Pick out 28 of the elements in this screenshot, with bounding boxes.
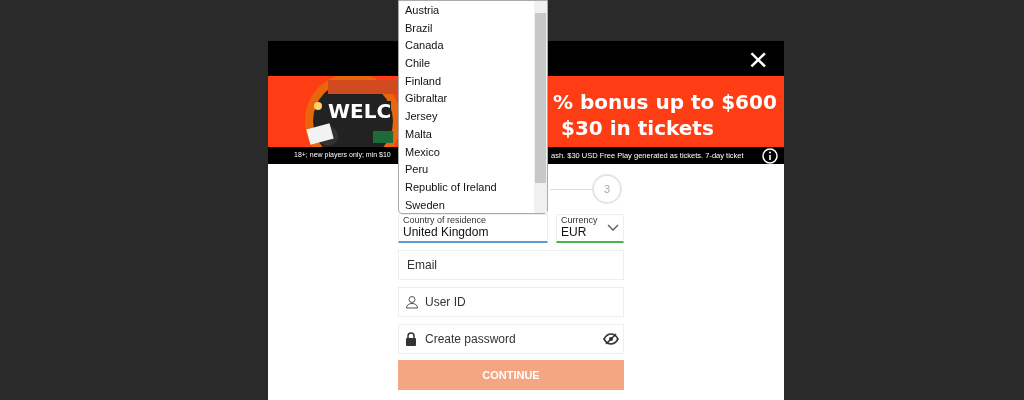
close-button[interactable]: × [748,41,768,76]
banner-headline: $30 in tickets [561,115,715,141]
dropdown-option[interactable]: Austria [399,2,534,20]
chevron-down-icon [607,224,619,232]
text-field[interactable]: Email [398,250,624,280]
dropdown-option[interactable]: Sweden [399,196,534,215]
dropdown-option[interactable]: Brazil [399,19,534,38]
dropdown-option[interactable]: Mexico [399,143,534,162]
step-indicator: 3 [592,174,622,204]
dropdown-option[interactable]: Finland [399,72,534,91]
dropdown-option[interactable]: Malta [399,125,534,144]
dropdown-option[interactable]: Chile [399,55,534,73]
scrollbar[interactable] [534,1,547,213]
currency-select[interactable]: Currency EUR [556,214,624,243]
text-field[interactable]: Create password [398,324,624,354]
dropdown-option[interactable]: Gibraltar [399,90,534,109]
user-icon [405,295,419,309]
dropdown-option[interactable]: Canada [399,37,534,56]
text-field[interactable]: User ID [398,287,624,317]
eye-slash-icon[interactable] [603,333,619,345]
info-icon[interactable] [762,147,778,164]
banner-headline: % bonus up to $600 [553,89,777,115]
dropdown-option[interactable]: Peru [399,161,534,179]
lock-icon [405,332,417,346]
dropdown-option[interactable]: Republic of Ireland [399,178,534,197]
dropdown-option[interactable]: Jersey [399,108,534,126]
scrollbar-thumb[interactable] [535,13,546,183]
banner-title: WELC [328,101,392,121]
